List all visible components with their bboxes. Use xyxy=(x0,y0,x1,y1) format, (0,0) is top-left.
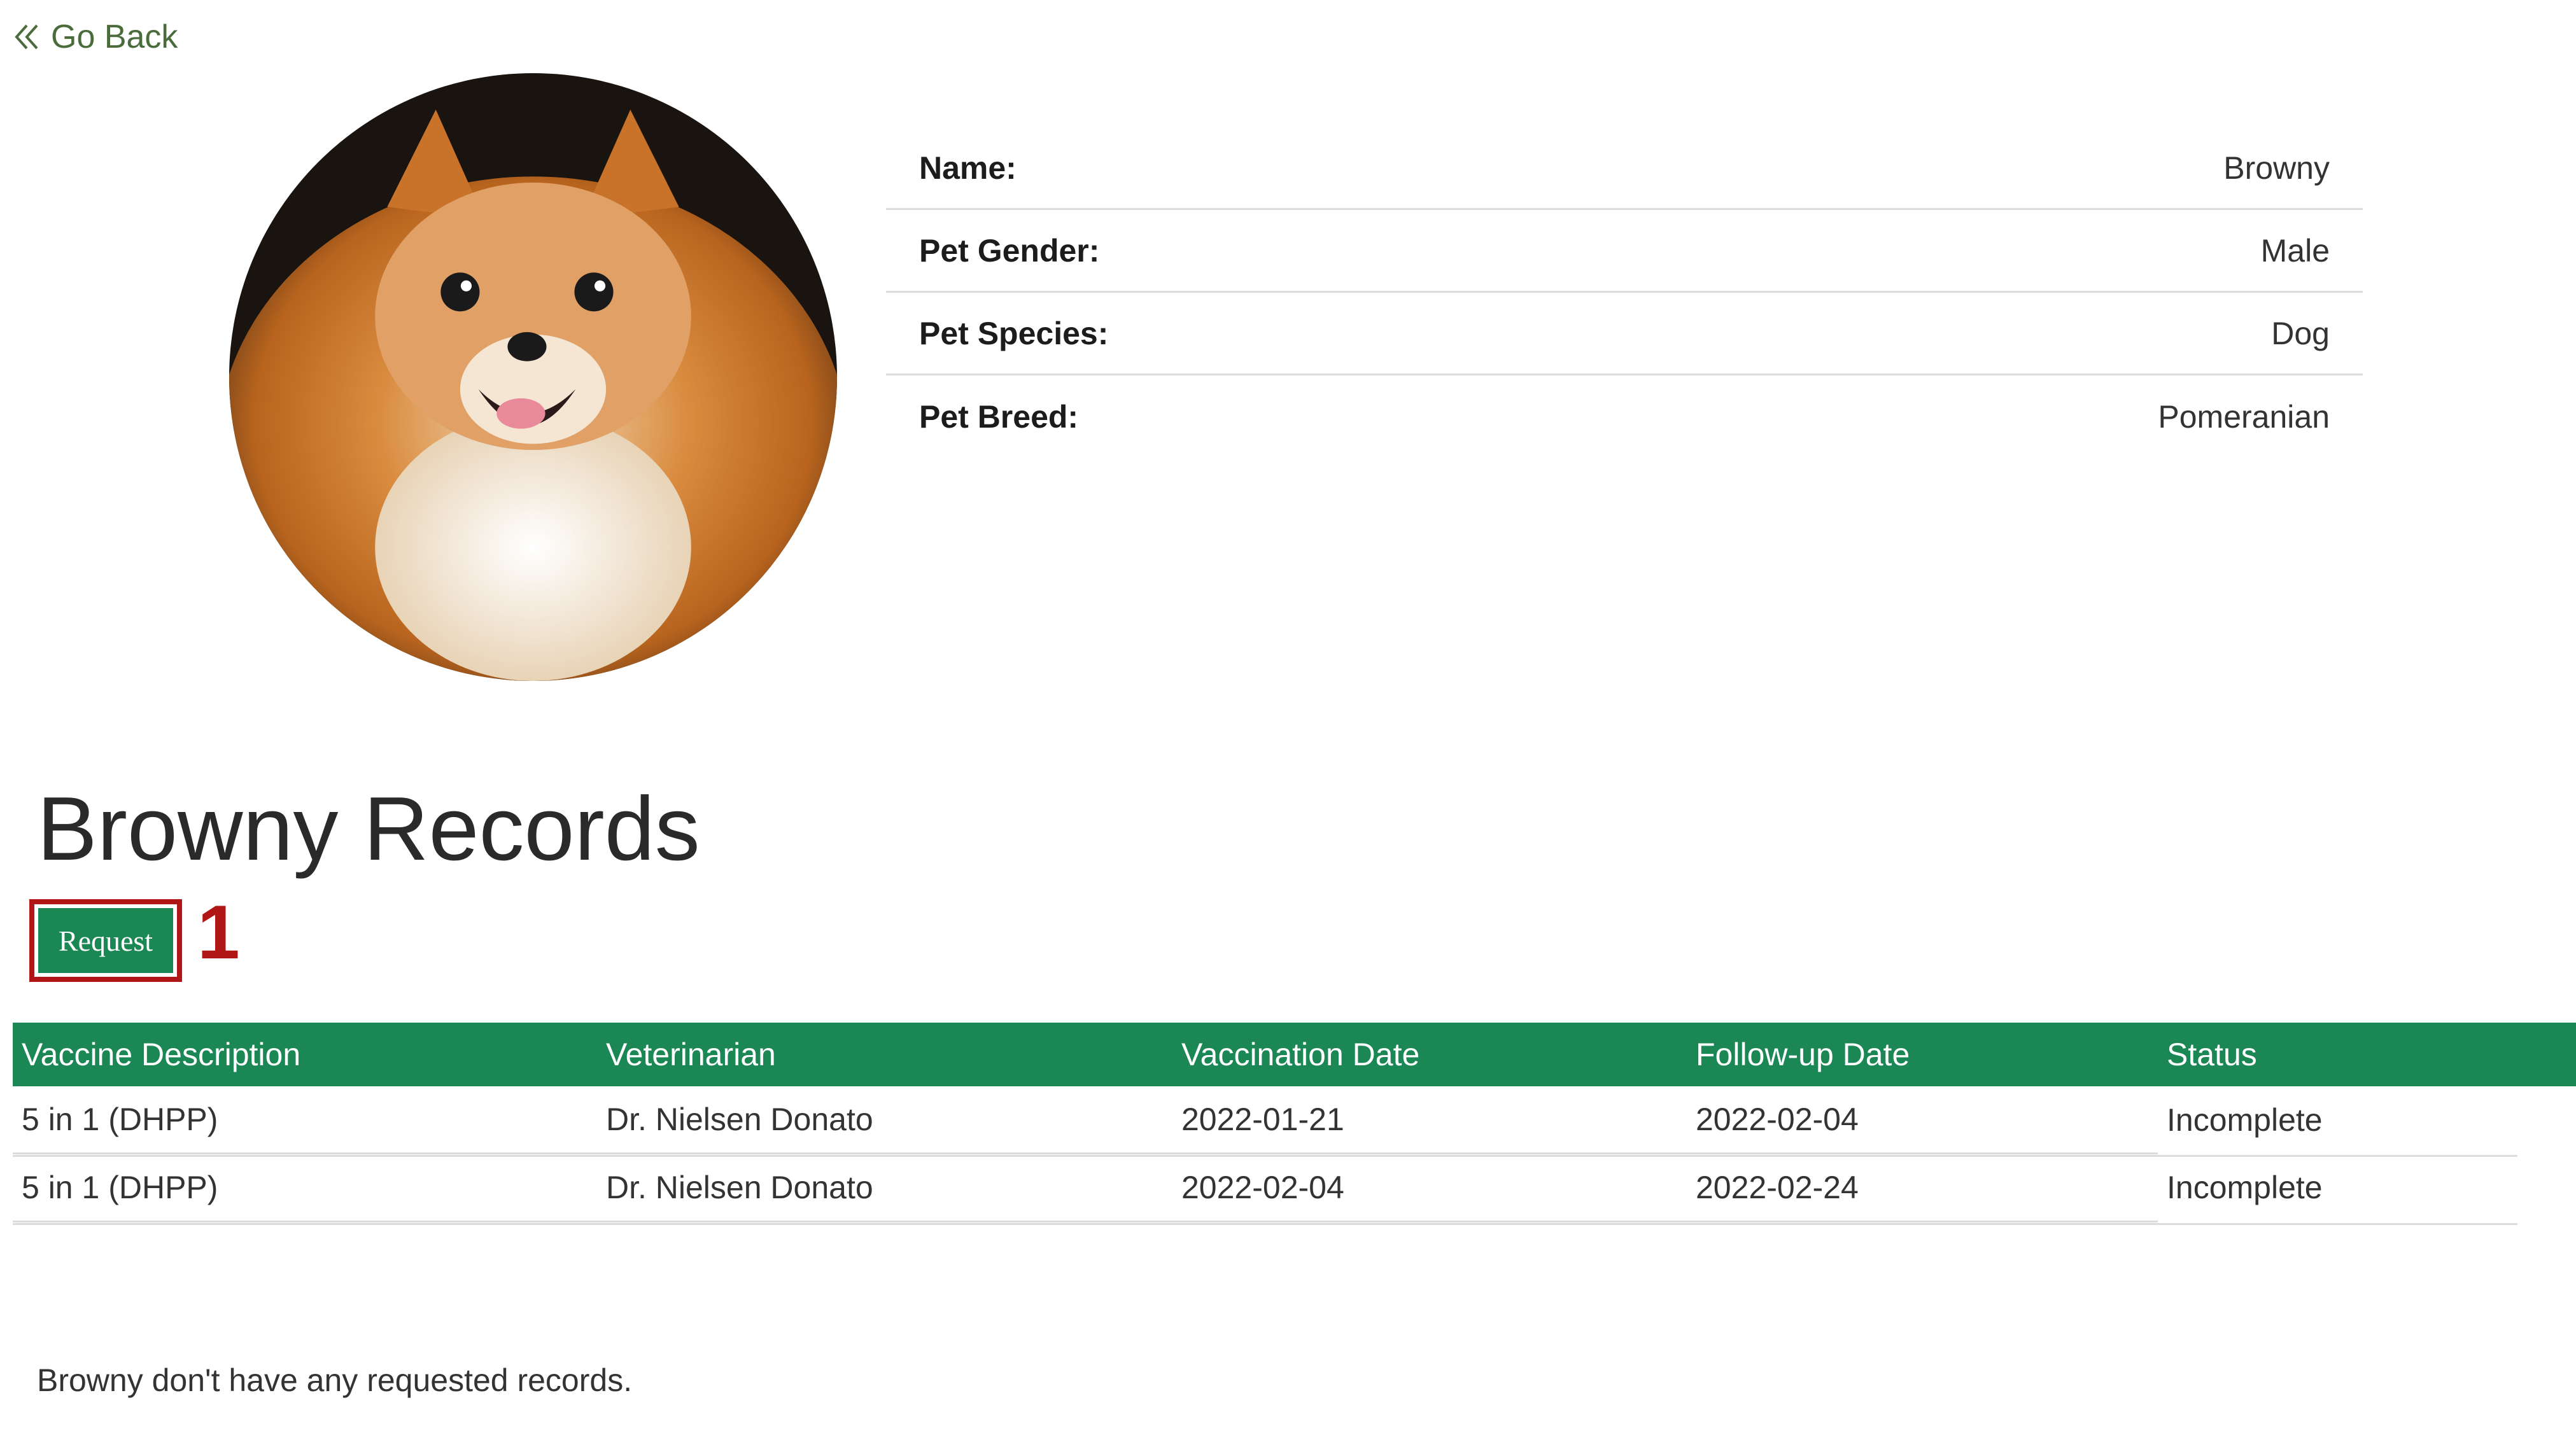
records-title: Browny Records xyxy=(37,778,700,879)
cell-status: Incomplete xyxy=(2167,1170,2323,1205)
pet-info-row-species: Pet Species: Dog xyxy=(886,293,2363,375)
pet-info-table: Name: Browny Pet Gender: Male Pet Specie… xyxy=(886,127,2363,458)
pet-species-label: Pet Species: xyxy=(919,315,1109,351)
go-back-link[interactable]: Go Back xyxy=(14,18,178,56)
cell-status: Incomplete xyxy=(2167,1102,2323,1138)
cell-follow-up-date: 2022-02-04 xyxy=(1687,1086,2158,1154)
table-header-row: Vaccine Description Veterinarian Vaccina… xyxy=(13,1023,2576,1086)
no-requested-records-message: Browny don't have any requested records. xyxy=(37,1362,633,1398)
pet-info-row-name: Name: Browny xyxy=(886,127,2363,210)
table-row: 5 in 1 (DHPP) Dr. Nielsen Donato 2022-01… xyxy=(13,1086,2576,1154)
annotation-marker: 1 xyxy=(197,890,240,975)
request-button-highlight: Request xyxy=(29,899,182,982)
pet-name-value: Browny xyxy=(2223,150,2330,186)
column-header-follow-up-date: Follow-up Date xyxy=(1687,1023,2158,1086)
row-divider xyxy=(13,1155,2517,1157)
cell-veterinarian: Dr. Nielsen Donato xyxy=(597,1153,1172,1222)
cell-vaccination-date: 2022-01-21 xyxy=(1172,1086,1687,1154)
go-back-label: Go Back xyxy=(51,18,178,55)
row-divider xyxy=(13,1223,2517,1225)
column-header-veterinarian: Veterinarian xyxy=(597,1023,1172,1086)
pet-avatar xyxy=(229,73,837,681)
request-button[interactable]: Request xyxy=(38,908,173,973)
pet-breed-label: Pet Breed: xyxy=(919,399,1079,435)
double-chevron-left-icon xyxy=(14,23,39,51)
table-row: 5 in 1 (DHPP) Dr. Nielsen Donato 2022-02… xyxy=(13,1153,2576,1222)
pet-breed-value: Pomeranian xyxy=(2158,399,2330,435)
column-header-vaccine: Vaccine Description xyxy=(13,1023,597,1086)
pet-profile-page: Go Back Name: Browny Pet Gender: Male Pe… xyxy=(0,0,2576,1442)
cell-vaccine: 5 in 1 (DHPP) xyxy=(13,1086,597,1154)
cell-veterinarian: Dr. Nielsen Donato xyxy=(597,1086,1172,1154)
pet-info-row-gender: Pet Gender: Male xyxy=(886,210,2363,293)
pet-info-row-breed: Pet Breed: Pomeranian xyxy=(886,375,2363,458)
pet-species-value: Dog xyxy=(2271,315,2330,351)
column-header-vaccination-date: Vaccination Date xyxy=(1172,1023,1687,1086)
cell-vaccine: 5 in 1 (DHPP) xyxy=(13,1153,597,1222)
pet-name-label: Name: xyxy=(919,150,1017,186)
pet-gender-label: Pet Gender: xyxy=(919,232,1100,269)
cell-follow-up-date: 2022-02-24 xyxy=(1687,1153,2158,1222)
cell-vaccination-date: 2022-02-04 xyxy=(1172,1153,1687,1222)
pet-gender-value: Male xyxy=(2260,232,2330,269)
column-header-status: Status xyxy=(2158,1023,2576,1086)
vaccination-records-table: Vaccine Description Veterinarian Vaccina… xyxy=(13,1023,2576,1222)
